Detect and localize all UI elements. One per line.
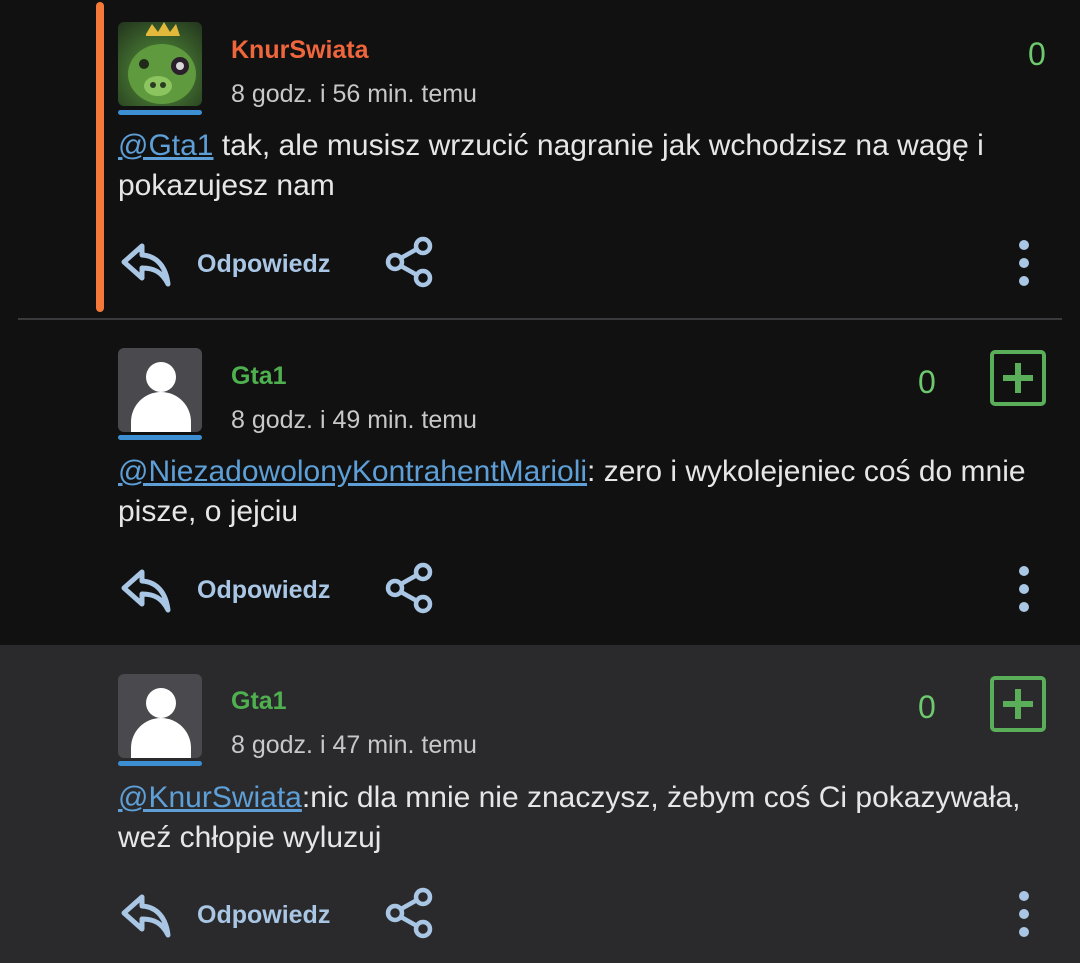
reply-arrow-icon[interactable] <box>120 240 172 288</box>
more-vertical-icon[interactable] <box>1010 889 1038 939</box>
default-avatar-head <box>146 688 176 718</box>
more-vertical-icon[interactable] <box>1010 564 1038 614</box>
avatar[interactable] <box>118 348 202 432</box>
reply-button[interactable]: Odpowiedz <box>197 576 330 605</box>
timestamp: 8 godz. i 56 min. temu <box>231 80 477 108</box>
comment-body: @KnurSwiata:nic dla mnie nie znaczysz, ż… <box>118 778 1058 858</box>
reply-arrow-icon[interactable] <box>120 891 172 939</box>
share-icon[interactable] <box>385 236 435 288</box>
comment-body: @Gta1 tak, ale musisz wrzucić nagranie j… <box>118 126 1058 206</box>
user-mention-link[interactable]: @KnurSwiata <box>118 781 302 814</box>
vote-score: 0 <box>918 689 936 725</box>
user-mention-link[interactable]: @NiezadowolonyKontrahentMarioli <box>118 455 587 488</box>
avatar-underline <box>118 435 202 440</box>
default-avatar-head <box>146 362 176 392</box>
avatar[interactable] <box>118 22 202 106</box>
upvote-plus-button[interactable] <box>990 350 1046 406</box>
timestamp: 8 godz. i 47 min. temu <box>231 731 477 759</box>
reply-arrow-icon[interactable] <box>120 566 172 614</box>
username[interactable]: KnurSwiata <box>231 36 369 65</box>
vote-score: 0 <box>918 364 936 400</box>
thread-highlight-bar <box>96 2 104 312</box>
vote-score: 0 <box>1028 36 1046 72</box>
user-mention-link[interactable]: @Gta1 <box>118 129 214 162</box>
avatar-underline <box>118 761 202 766</box>
default-avatar-body <box>131 718 191 758</box>
comment-thread: KnurSwiata 8 godz. i 56 min. temu 0 @Gta… <box>0 0 1080 963</box>
avatar-underline <box>118 110 202 115</box>
pig-king-avatar-image <box>128 22 196 104</box>
more-vertical-icon[interactable] <box>1010 238 1038 288</box>
upvote-plus-button[interactable] <box>990 676 1046 732</box>
timestamp: 8 godz. i 49 min. temu <box>231 406 477 434</box>
comment-item: KnurSwiata 8 godz. i 56 min. temu 0 @Gta… <box>0 0 1080 318</box>
share-icon[interactable] <box>385 562 435 614</box>
reply-button[interactable]: Odpowiedz <box>197 901 330 930</box>
comment-body: @NiezadowolonyKontrahentMarioli: zero i … <box>118 452 1058 532</box>
share-icon[interactable] <box>385 887 435 939</box>
username[interactable]: Gta1 <box>231 362 287 391</box>
comment-item: Gta1 8 godz. i 49 min. temu 0 @Niezadowo… <box>0 320 1080 645</box>
reply-button[interactable]: Odpowiedz <box>197 250 330 279</box>
username[interactable]: Gta1 <box>231 687 287 716</box>
comment-item: Gta1 8 godz. i 47 min. temu 0 @KnurSwiat… <box>0 645 1080 963</box>
comment-text: tak, ale musisz wrzucić nagranie jak wch… <box>118 129 984 202</box>
default-avatar-body <box>131 392 191 432</box>
avatar[interactable] <box>118 674 202 758</box>
